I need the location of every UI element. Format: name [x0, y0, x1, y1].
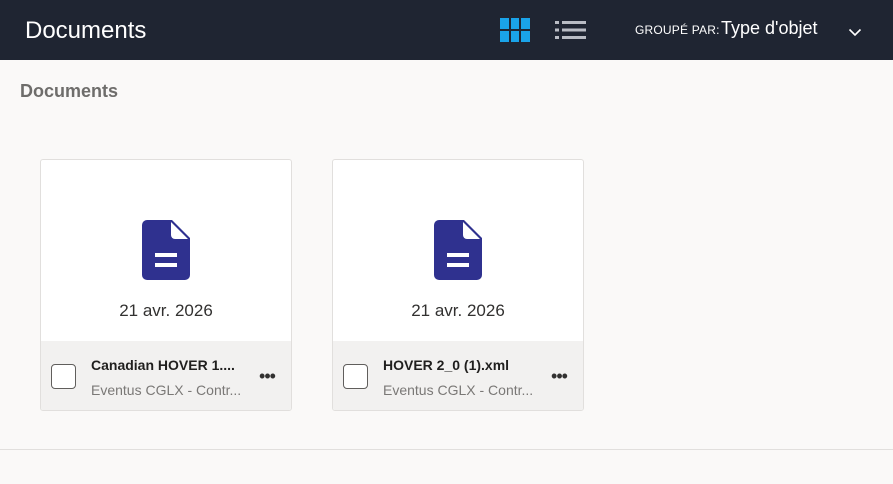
- list-view-icon[interactable]: [555, 20, 586, 40]
- document-name: HOVER 2_0 (1).xml: [383, 357, 510, 373]
- section-title: Documents: [20, 81, 119, 101]
- card-footer: HOVER 2_0 (1).xml Eventus CGLX - Contr..…: [333, 341, 583, 410]
- more-options-icon[interactable]: •••: [255, 365, 279, 389]
- card-footer: Canadian HOVER 1.... Eventus CGLX - Cont…: [41, 341, 291, 410]
- chevron-down-icon[interactable]: [848, 24, 862, 37]
- document-date: 21 avr. 2026: [411, 301, 505, 320]
- document-name: Canadian HOVER 1....: [91, 357, 235, 373]
- top-bar: Documents GROUPÉ PAR: Type d'objet: [0, 0, 893, 60]
- more-options-icon[interactable]: •••: [547, 365, 571, 389]
- select-checkbox[interactable]: [343, 364, 368, 389]
- app-title: Documents: [25, 17, 147, 44]
- group-by-label: GROUPÉ PAR:: [635, 23, 720, 37]
- document-icon: [142, 220, 190, 280]
- document-subtitle: Eventus CGLX - Contr...: [383, 382, 534, 398]
- document-subtitle: Eventus CGLX - Contr...: [91, 382, 242, 398]
- document-card[interactable]: 21 avr. 2026 Canadian HOVER 1.... Eventu…: [40, 159, 292, 411]
- document-icon: [434, 220, 482, 280]
- grid-view-icon[interactable]: [500, 18, 530, 42]
- group-by-dropdown[interactable]: Type d'objet: [721, 18, 818, 39]
- select-checkbox[interactable]: [51, 364, 76, 389]
- divider: [0, 449, 893, 450]
- document-card[interactable]: 21 avr. 2026 HOVER 2_0 (1).xml Eventus C…: [332, 159, 584, 411]
- document-date: 21 avr. 2026: [119, 301, 213, 320]
